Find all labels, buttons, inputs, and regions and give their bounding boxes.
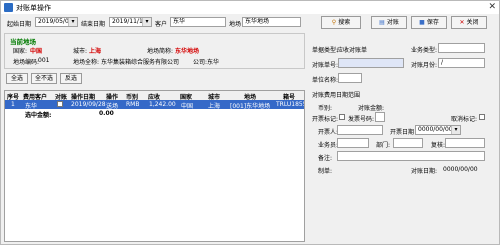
statement-amount-label: 对账金额: (358, 105, 385, 112)
row-op-date: 2019/09/28 (71, 101, 106, 108)
search-button[interactable]: ⚲ 搜索 (321, 16, 361, 29)
current-site-panel: 当前地场 国家: 中国 城市: 上海 地场简称: 东华地场 地场编码: 001 … (4, 33, 305, 69)
currency-label: 币别: (318, 105, 333, 112)
search-button-label: 搜索 (338, 19, 351, 26)
biz-type-label: 业务类型: (411, 47, 438, 54)
site-label: 地场 (229, 21, 242, 28)
country-label: 国家: (13, 48, 28, 55)
site-input[interactable]: 东华地场 (242, 17, 301, 27)
select-none-button[interactable]: 全不选 (31, 73, 57, 84)
site-code-label: 地场编码: (13, 59, 40, 66)
invoice-no-input[interactable] (375, 112, 385, 122)
select-all-button[interactable]: 全选 (6, 73, 28, 84)
invert-selection-button[interactable]: 反选 (60, 73, 82, 84)
biz-type-input[interactable] (438, 43, 485, 53)
statement-month-input[interactable]: / (438, 58, 485, 68)
row-reconcile-checkbox[interactable] (57, 101, 63, 107)
close-icon: ✕ (459, 19, 465, 26)
row-container: TRLU18555 (276, 101, 304, 108)
city-label: 城市: (73, 48, 88, 55)
customer-label: 客户 (155, 21, 168, 28)
search-icon: ⚲ (331, 19, 337, 26)
row-currency: RMB (126, 101, 140, 108)
window-close-icon[interactable]: ✕ (488, 2, 496, 12)
clerk-input[interactable] (337, 138, 369, 148)
issue-date-label: 开票日期 (390, 129, 415, 136)
save-icon: ■ (419, 19, 425, 26)
maker-label: 制单: (318, 168, 333, 175)
current-site-title: 当前地场 (10, 38, 36, 46)
unit-name-label: 单位名称: (312, 77, 339, 84)
start-date-picker[interactable]: 2019/05/01 (35, 17, 78, 27)
issue-date-picker[interactable]: 0000/00/00 (415, 125, 461, 135)
end-date-picker[interactable]: 2019/11/10 (109, 17, 152, 27)
statement-no-input[interactable] (338, 58, 404, 68)
window-title: 对账单操作 (16, 4, 51, 12)
customer-input[interactable]: 东华 (170, 17, 226, 27)
row-receivable: 1,242.00 (149, 101, 176, 108)
invoice-flag-checkbox[interactable] (339, 114, 345, 120)
table-row[interactable]: 1 东华 2019/09/28 送场 RMB 1,242.00 中国 上海 [0… (5, 100, 304, 110)
fee-grid[interactable]: 序号 费用客户 对账 操作日期 操作 币别 应收 国家 城市 地场 箱号 1 东… (4, 90, 305, 242)
selected-amount-label: 选中金额: (25, 112, 52, 119)
remark-label: 备注: (318, 155, 333, 162)
invoice-flag-label: 开票标记: (312, 116, 339, 123)
statement-date-value: 0000/00/00 (443, 166, 478, 173)
clerk-label: 业务员: (318, 142, 339, 149)
remark-input[interactable] (337, 151, 485, 161)
department-input[interactable] (393, 138, 423, 148)
reconcile-button[interactable]: ▤ 对账 (371, 16, 407, 29)
country-value: 中国 (30, 48, 43, 55)
reviewer-input[interactable] (445, 138, 485, 148)
issuer-input[interactable] (337, 125, 383, 135)
invoice-no-label: 发票号码: (348, 116, 375, 123)
issuer-label: 开票人: (318, 129, 339, 136)
site-full-value: 东华集装箱综合服务有限公司 (101, 59, 180, 66)
site-full-label: 地场全称: (73, 59, 100, 66)
site-code-value: 001 (38, 57, 50, 64)
app-icon (4, 3, 13, 12)
statement-no-label: 对账单号: (312, 62, 339, 69)
unit-name-input[interactable] (338, 73, 362, 83)
reconcile-button-label: 对账 (386, 19, 399, 26)
city-value: 上海 (89, 48, 102, 55)
site-short-value: 东华地场 (175, 48, 200, 55)
save-button[interactable]: ■ 保存 (411, 16, 447, 29)
close-button-label: 关闭 (466, 19, 479, 26)
statement-month-label: 对账月份: (411, 62, 438, 69)
site-short-label: 地场简称: (147, 48, 174, 55)
save-button-label: 保存 (426, 19, 439, 26)
reconciliation-window: 对账单操作 ✕ 起始日期 2019/05/01 结束日期 2019/11/10 … (0, 0, 500, 245)
company-label: 公司: (193, 59, 208, 66)
row-seq: 1 (11, 101, 15, 108)
document-icon: ▤ (379, 19, 385, 26)
end-date-label: 结束日期 (81, 21, 106, 28)
fee-date-range-label: 对账费用日期范围 (312, 92, 361, 99)
grid-summary-row: 选中金额: 0.00 (5, 109, 304, 119)
start-date-label: 起始日期 (7, 21, 32, 28)
reviewer-label: 复核: (431, 142, 446, 149)
doc-type-label: 单据类型: (312, 47, 339, 54)
close-button[interactable]: ✕ 关闭 (451, 16, 487, 29)
selected-amount-value: 0.00 (99, 110, 114, 117)
doc-type-value: 应收对账单 (337, 47, 368, 54)
department-label: 部门: (376, 142, 391, 149)
cancel-flag-label: 取消标记: (451, 116, 478, 123)
company-value: 东华 (207, 59, 220, 66)
cancel-flag-checkbox[interactable] (479, 114, 485, 120)
title-bar: 对账单操作 ✕ (1, 1, 499, 14)
statement-date-label: 对账日期: (411, 168, 438, 175)
